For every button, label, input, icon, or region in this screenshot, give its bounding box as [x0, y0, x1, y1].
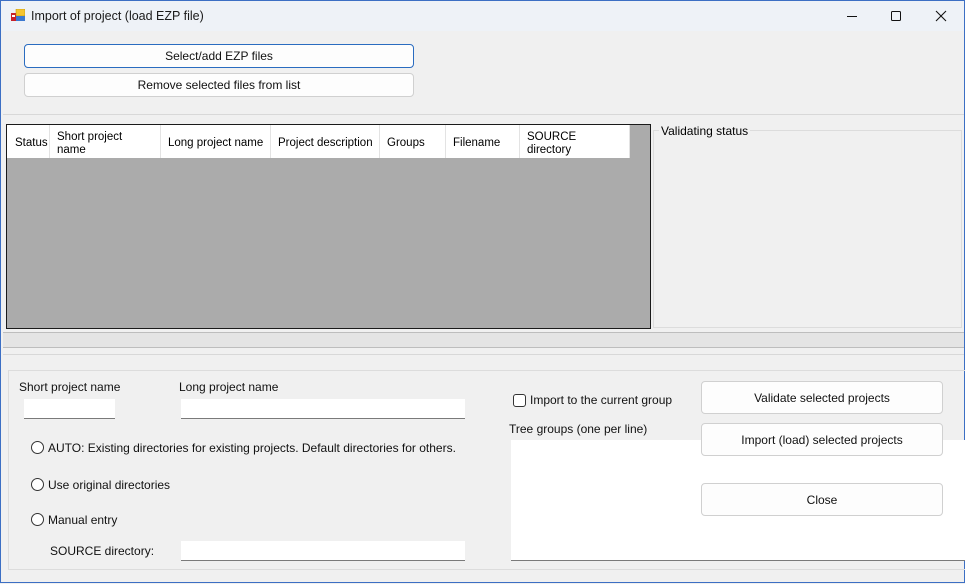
- validate-selected-projects-button[interactable]: Validate selected projects: [701, 381, 943, 414]
- radio-original-directories[interactable]: [31, 478, 44, 491]
- maximize-icon: [891, 11, 901, 21]
- close-window-button[interactable]: [918, 1, 964, 31]
- remove-selected-files-button[interactable]: Remove selected files from list: [24, 73, 414, 97]
- column-header-filename[interactable]: Filename: [446, 125, 520, 158]
- validating-status-label: Validating status: [659, 124, 751, 138]
- column-header-source-directory[interactable]: SOURCE directory: [520, 125, 630, 158]
- minimize-icon: [847, 16, 857, 17]
- column-header-project-description[interactable]: Project description: [271, 125, 380, 158]
- import-current-group-label[interactable]: Import to the current group: [530, 393, 672, 407]
- radio-manual-entry[interactable]: [31, 513, 44, 526]
- import-selected-projects-button[interactable]: Import (load) selected projects: [701, 423, 943, 456]
- source-directory-label: SOURCE directory:: [50, 544, 155, 558]
- import-current-group-checkbox[interactable]: [513, 394, 526, 407]
- column-header-status[interactable]: Status: [7, 125, 50, 158]
- validating-status-group: Validating status: [653, 124, 962, 328]
- short-project-name-input[interactable]: [24, 399, 115, 419]
- tree-groups-label: Tree groups (one per line): [509, 422, 648, 436]
- short-project-name-label: Short project name: [19, 380, 121, 394]
- radio-original-directories-label[interactable]: Use original directories: [48, 478, 170, 492]
- minimize-button[interactable]: [829, 1, 875, 31]
- bottom-separator: [3, 354, 964, 355]
- long-project-name-input[interactable]: [181, 399, 465, 419]
- title-bar: Import of project (load EZP file): [1, 0, 964, 31]
- radio-auto-directories[interactable]: [31, 441, 44, 454]
- window-title: Import of project (load EZP file): [31, 9, 204, 23]
- close-button[interactable]: Close: [701, 483, 943, 516]
- grid-header: Status Short project name Long project n…: [7, 125, 630, 158]
- select-add-ezp-files-button[interactable]: Select/add EZP files: [24, 44, 414, 68]
- import-project-window: Import of project (load EZP file) Select…: [0, 0, 965, 583]
- column-header-groups[interactable]: Groups: [380, 125, 446, 158]
- long-project-name-label: Long project name: [179, 380, 279, 394]
- app-window-icon: [11, 9, 25, 21]
- radio-auto-directories-label[interactable]: AUTO: Existing directories for existing …: [48, 441, 456, 455]
- maximize-button[interactable]: [873, 1, 919, 31]
- column-header-long-project-name[interactable]: Long project name: [161, 125, 271, 158]
- top-separator: [3, 114, 964, 115]
- projects-grid[interactable]: Status Short project name Long project n…: [6, 124, 651, 329]
- source-directory-input[interactable]: [181, 541, 465, 561]
- splitter-handle[interactable]: [3, 332, 964, 348]
- radio-manual-entry-label[interactable]: Manual entry: [48, 513, 117, 527]
- column-header-short-project-name[interactable]: Short project name: [50, 125, 161, 158]
- close-icon: [935, 10, 947, 22]
